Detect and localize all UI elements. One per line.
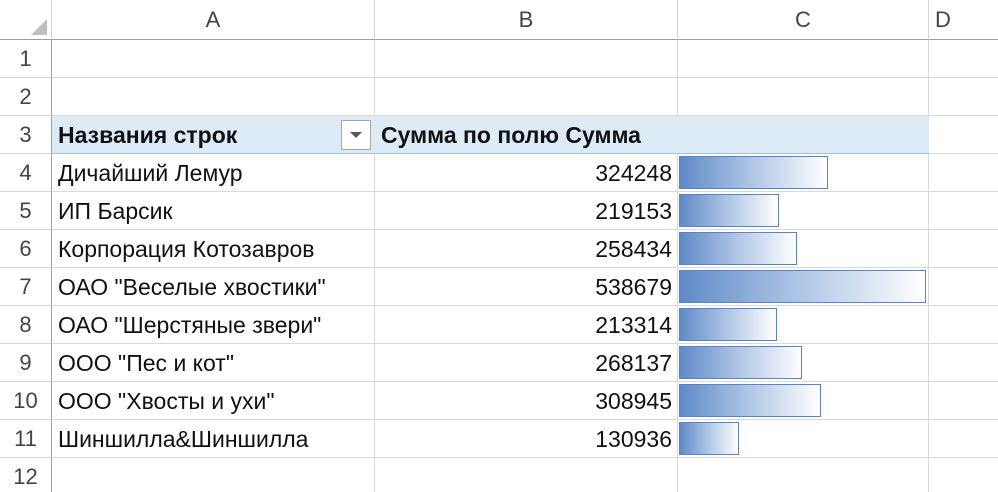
- pivot-row-value[interactable]: 213314: [375, 306, 678, 344]
- column-header-a[interactable]: A: [52, 0, 375, 40]
- select-all-button[interactable]: [0, 0, 52, 40]
- pivot-row-labels-header: Названия строк: [58, 121, 238, 148]
- pivot-row-label[interactable]: Дичайший Лемур: [52, 154, 243, 192]
- row-header-1[interactable]: 1: [0, 40, 52, 78]
- pivot-row-value[interactable]: 258434: [375, 230, 678, 268]
- data-bar: [679, 308, 777, 341]
- pivot-row-value[interactable]: 308945: [375, 382, 678, 420]
- row-header-12[interactable]: 12: [0, 458, 52, 492]
- data-bar: [679, 194, 779, 227]
- pivot-row-label[interactable]: ООО "Хвосты и ухи": [52, 382, 275, 420]
- pivot-row-label[interactable]: ИП Барсик: [52, 192, 173, 230]
- pivot-row-value[interactable]: 268137: [375, 344, 678, 382]
- column-header-d[interactable]: D: [929, 0, 998, 40]
- row-header-3[interactable]: 3: [0, 116, 52, 154]
- data-bar: [679, 232, 797, 265]
- spreadsheet-grid: ABCD 1 2 3 4 5 6 7 8 9 10 11 12 Названия строк Сумма…: [0, 0, 998, 492]
- pivot-row-label[interactable]: ОАО "Веселые хвостики": [52, 268, 326, 306]
- row-header-9[interactable]: 9: [0, 344, 52, 382]
- row-header-6[interactable]: 6: [0, 230, 52, 268]
- pivot-row-value[interactable]: 130936: [375, 420, 678, 458]
- data-bar: [679, 384, 821, 417]
- pivot-row-value[interactable]: 324248: [375, 154, 678, 192]
- pivot-row-label[interactable]: ООО "Пес и кот": [52, 344, 234, 382]
- row-header-7[interactable]: 7: [0, 268, 52, 306]
- data-bar: [679, 422, 739, 455]
- gridline-vertical: [928, 40, 929, 492]
- row-labels-filter-button[interactable]: [341, 120, 371, 150]
- row-header-4[interactable]: 4: [0, 154, 52, 192]
- row-header-5[interactable]: 5: [0, 192, 52, 230]
- pivot-row-label[interactable]: Шиншилла&Шиншилла: [52, 420, 308, 458]
- data-bar: [679, 346, 802, 379]
- select-all-triangle-icon: [31, 19, 47, 35]
- pivot-values-header: Сумма по полю Сумма: [381, 121, 641, 148]
- dropdown-arrow-icon: [350, 132, 362, 138]
- row-header-10[interactable]: 10: [0, 382, 52, 420]
- data-bar: [679, 270, 926, 303]
- pivot-row-value[interactable]: 538679: [375, 268, 678, 306]
- row-header-8[interactable]: 8: [0, 306, 52, 344]
- row-header-11[interactable]: 11: [0, 420, 52, 458]
- row-header-2[interactable]: 2: [0, 78, 52, 116]
- data-bar: [679, 156, 828, 189]
- gridline-horizontal: [52, 77, 998, 78]
- pivot-row-label[interactable]: Корпорация Котозавров: [52, 230, 315, 268]
- pivot-row-value[interactable]: 219153: [375, 192, 678, 230]
- pivot-row-label[interactable]: ОАО "Шерстяные звери": [52, 306, 321, 344]
- column-header-b[interactable]: B: [375, 0, 678, 40]
- column-header-c[interactable]: C: [678, 0, 929, 40]
